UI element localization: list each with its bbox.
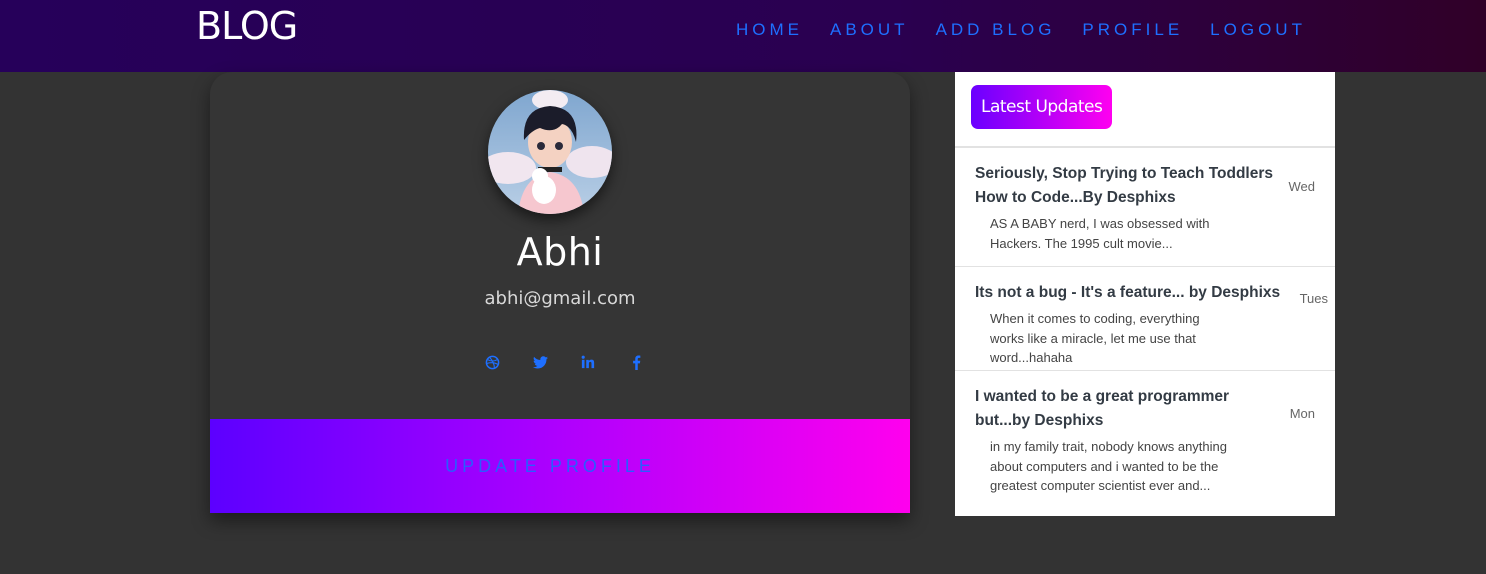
profile-name: Abhi — [516, 230, 604, 274]
social-links — [468, 352, 660, 372]
nav-about[interactable]: ABOUT — [830, 20, 909, 40]
twitter-icon[interactable] — [516, 352, 564, 372]
linkedin-icon[interactable] — [564, 352, 612, 372]
updates-header: Latest Updates — [955, 72, 1335, 148]
nav-links: HOME ABOUT ADD BLOG PROFILE LOGOUT — [736, 20, 1333, 40]
latest-updates-panel: Latest Updates Seriously, Stop Trying to… — [955, 72, 1335, 516]
avatar — [488, 90, 612, 214]
update-item[interactable]: Seriously, Stop Trying to Teach Toddlers… — [955, 148, 1335, 267]
update-day: Mon — [1289, 406, 1315, 421]
navbar: BLOG HOME ABOUT ADD BLOG PROFILE LOGOUT — [0, 0, 1486, 72]
profile-card: Abhi abhi@gmail.com UPDATE PROFILE — [210, 72, 910, 513]
update-day: Tues — [1299, 291, 1328, 306]
facebook-icon[interactable] — [612, 352, 660, 372]
update-item[interactable]: I wanted to be a great programmer but...… — [955, 371, 1335, 516]
brand-logo[interactable]: BLOG — [196, 4, 298, 48]
dribbble-icon[interactable] — [468, 352, 516, 372]
update-title[interactable]: Seriously, Stop Trying to Teach Toddlers… — [975, 162, 1275, 210]
update-profile-button[interactable]: UPDATE PROFILE — [210, 419, 910, 513]
nav-home[interactable]: HOME — [736, 20, 803, 40]
update-title[interactable]: Its not a bug - It's a feature... by Des… — [975, 281, 1295, 305]
nav-logout[interactable]: LOGOUT — [1210, 20, 1306, 40]
update-excerpt: When it comes to coding, everything work… — [990, 311, 1200, 365]
update-item[interactable]: Its not a bug - It's a feature... by Des… — [955, 267, 1335, 371]
update-title[interactable]: I wanted to be a great programmer but...… — [975, 385, 1255, 433]
profile-email: abhi@gmail.com — [484, 288, 636, 309]
update-excerpt: in my family trait, nobody knows anythin… — [990, 439, 1227, 493]
update-profile-label: UPDATE PROFILE — [445, 455, 655, 476]
update-day: Wed — [1288, 179, 1316, 194]
update-excerpt: AS A BABY nerd, I was obsessed with Hack… — [990, 216, 1210, 251]
nav-add-blog[interactable]: ADD BLOG — [936, 20, 1056, 40]
nav-profile[interactable]: PROFILE — [1082, 20, 1183, 40]
latest-updates-badge: Latest Updates — [971, 85, 1113, 129]
